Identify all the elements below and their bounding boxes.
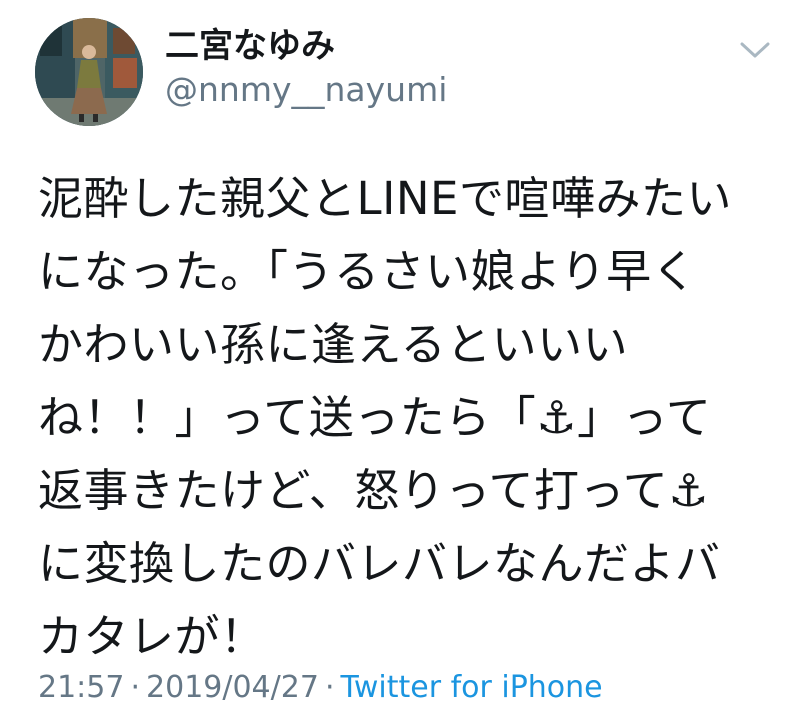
- tweet-text-line: 返事きたけど、怒りって打って⚓: [38, 464, 710, 517]
- tweet-text-line: ね！！」って送ったら「⚓」って: [38, 391, 712, 444]
- meta-separator: ·: [130, 670, 141, 705]
- tweet-text-line: に変換したのバレバレなんだよバ: [38, 537, 721, 590]
- tweet-text-line: カタレが！: [38, 610, 266, 663]
- chevron-down-icon[interactable]: [738, 38, 772, 62]
- tweet-meta: 21:57 · 2019/04/27 · Twitter for iPhone: [38, 668, 603, 708]
- avatar-photo: [35, 18, 143, 126]
- meta-separator: ·: [324, 670, 335, 705]
- tweet-text-line: 泥酔した親父とLINEで喧嘩みたい: [38, 172, 732, 225]
- tweet-card: 二宮なゆみ @nnmy__nayumi 泥酔した親父とLINEで喧嘩みたい にな…: [0, 0, 800, 713]
- tweet-date[interactable]: 2019/04/27: [146, 670, 319, 705]
- tweet-text: 泥酔した親父とLINEで喧嘩みたい になった。「うるさい娘より早く かわいい孫に…: [38, 162, 768, 673]
- tweet-text-line: かわいい孫に逢えるといいい: [38, 318, 629, 371]
- avatar[interactable]: [35, 18, 143, 126]
- tweet-time[interactable]: 21:57: [38, 670, 124, 705]
- display-name[interactable]: 二宮なゆみ: [165, 26, 335, 66]
- tweet-source-link[interactable]: Twitter for iPhone: [340, 670, 602, 705]
- tweet-text-line: になった。「うるさい娘より早く: [38, 245, 698, 298]
- user-handle[interactable]: @nnmy__nayumi: [165, 70, 447, 110]
